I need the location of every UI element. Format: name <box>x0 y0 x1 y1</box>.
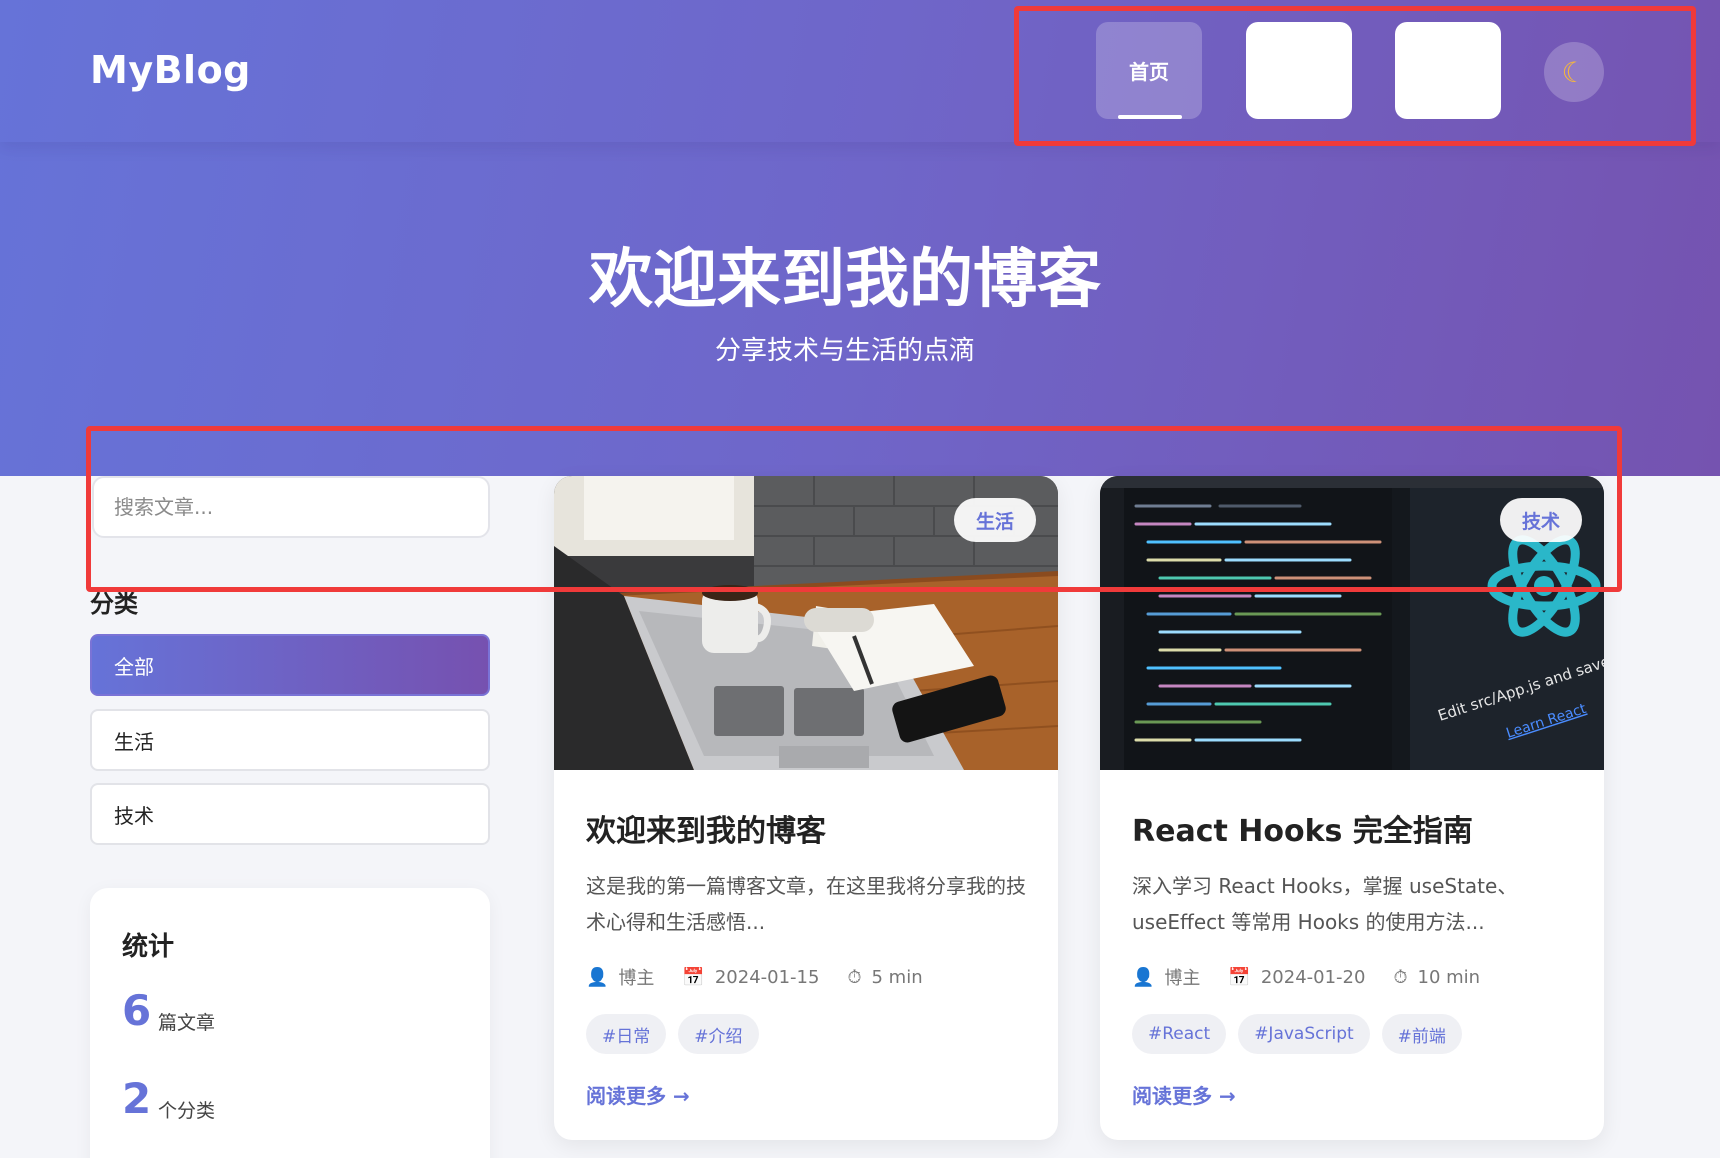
post-category-badge[interactable]: 技术 <box>1499 498 1582 542</box>
post-title[interactable]: 欢迎来到我的博客 <box>586 806 826 850</box>
post-excerpt: 这是我的第一篇博客文章，在这里我将分享我的技术心得和生活感悟... <box>586 874 1026 934</box>
post-tag[interactable]: #JavaScript <box>1238 1014 1370 1054</box>
calendar-icon: 📅 <box>1228 966 1251 988</box>
post-tags: #日常 #介绍 <box>586 1014 759 1054</box>
category-tech-button[interactable]: 技术 <box>90 783 490 845</box>
moon-icon[interactable]: ☾ <box>1544 42 1604 102</box>
post-tag[interactable]: #前端 <box>1381 1014 1462 1054</box>
stat-category-count: 2 <box>122 1074 152 1123</box>
stats-panel: 统计 6 篇文章 2 个分类 <box>90 888 490 1158</box>
brand-logo[interactable]: MyBlog <box>90 48 251 92</box>
stat-post-label: 篇文章 <box>158 1012 216 1034</box>
post-category-badge[interactable]: 生活 <box>953 498 1036 542</box>
user-icon: 👤 <box>1132 966 1155 988</box>
stopwatch-icon: ⏱ <box>847 966 862 988</box>
nav-button-blank-1[interactable] <box>1246 22 1352 119</box>
post-tag[interactable]: #React <box>1132 1014 1227 1054</box>
stat-post-count: 6 <box>122 986 152 1035</box>
post-card[interactable]: Edit src/App.js and save to reload. Lear… <box>1100 476 1604 1140</box>
post-author: 博主 <box>1164 968 1201 989</box>
search-input[interactable] <box>92 476 490 538</box>
post-read-time: 10 min <box>1417 966 1481 988</box>
post-date: 2024-01-20 <box>1260 966 1366 988</box>
stats-heading: 统计 <box>122 932 175 962</box>
read-more-link[interactable]: 阅读更多 → <box>586 1080 690 1109</box>
post-tags: #React #JavaScript #前端 <box>1132 1014 1462 1054</box>
stopwatch-icon: ⏱ <box>1393 966 1408 988</box>
post-excerpt: 深入学习 React Hooks，掌握 useState、useEffect 等… <box>1132 874 1518 934</box>
read-more-link[interactable]: 阅读更多 → <box>1132 1080 1236 1109</box>
hero-subtitle: 分享技术与生活的点滴 <box>714 336 975 366</box>
category-all-button[interactable]: 全部 <box>90 634 490 696</box>
post-title[interactable]: React Hooks 完全指南 <box>1132 806 1473 850</box>
categories-heading: 分类 <box>90 590 138 618</box>
post-read-time: 5 min <box>871 966 923 988</box>
user-icon: 👤 <box>586 966 609 988</box>
post-tag[interactable]: #日常 <box>586 1014 667 1054</box>
nav-home-button[interactable]: 首页 <box>1096 22 1202 119</box>
post-author: 博主 <box>618 968 655 989</box>
post-meta: 👤 博主 📅 2024-01-15 ⏱ 5 min <box>586 964 923 990</box>
hero-title: 欢迎来到我的博客 <box>589 243 1101 317</box>
nav-button-blank-2[interactable] <box>1395 22 1501 119</box>
post-card[interactable]: 生活 欢迎来到我的博客 这是我的第一篇博客文章，在这里我将分享我的技术心得和生活… <box>554 476 1058 1140</box>
post-date: 2024-01-15 <box>714 966 820 988</box>
top-navbar: MyBlog 首页 ☾ <box>0 0 1720 142</box>
calendar-icon: 📅 <box>682 966 705 988</box>
category-life-button[interactable]: 生活 <box>90 709 490 771</box>
post-meta: 👤 博主 📅 2024-01-20 ⏱ 10 min <box>1132 964 1480 990</box>
post-tag[interactable]: #介绍 <box>678 1014 759 1054</box>
stat-category-label: 个分类 <box>158 1100 216 1122</box>
